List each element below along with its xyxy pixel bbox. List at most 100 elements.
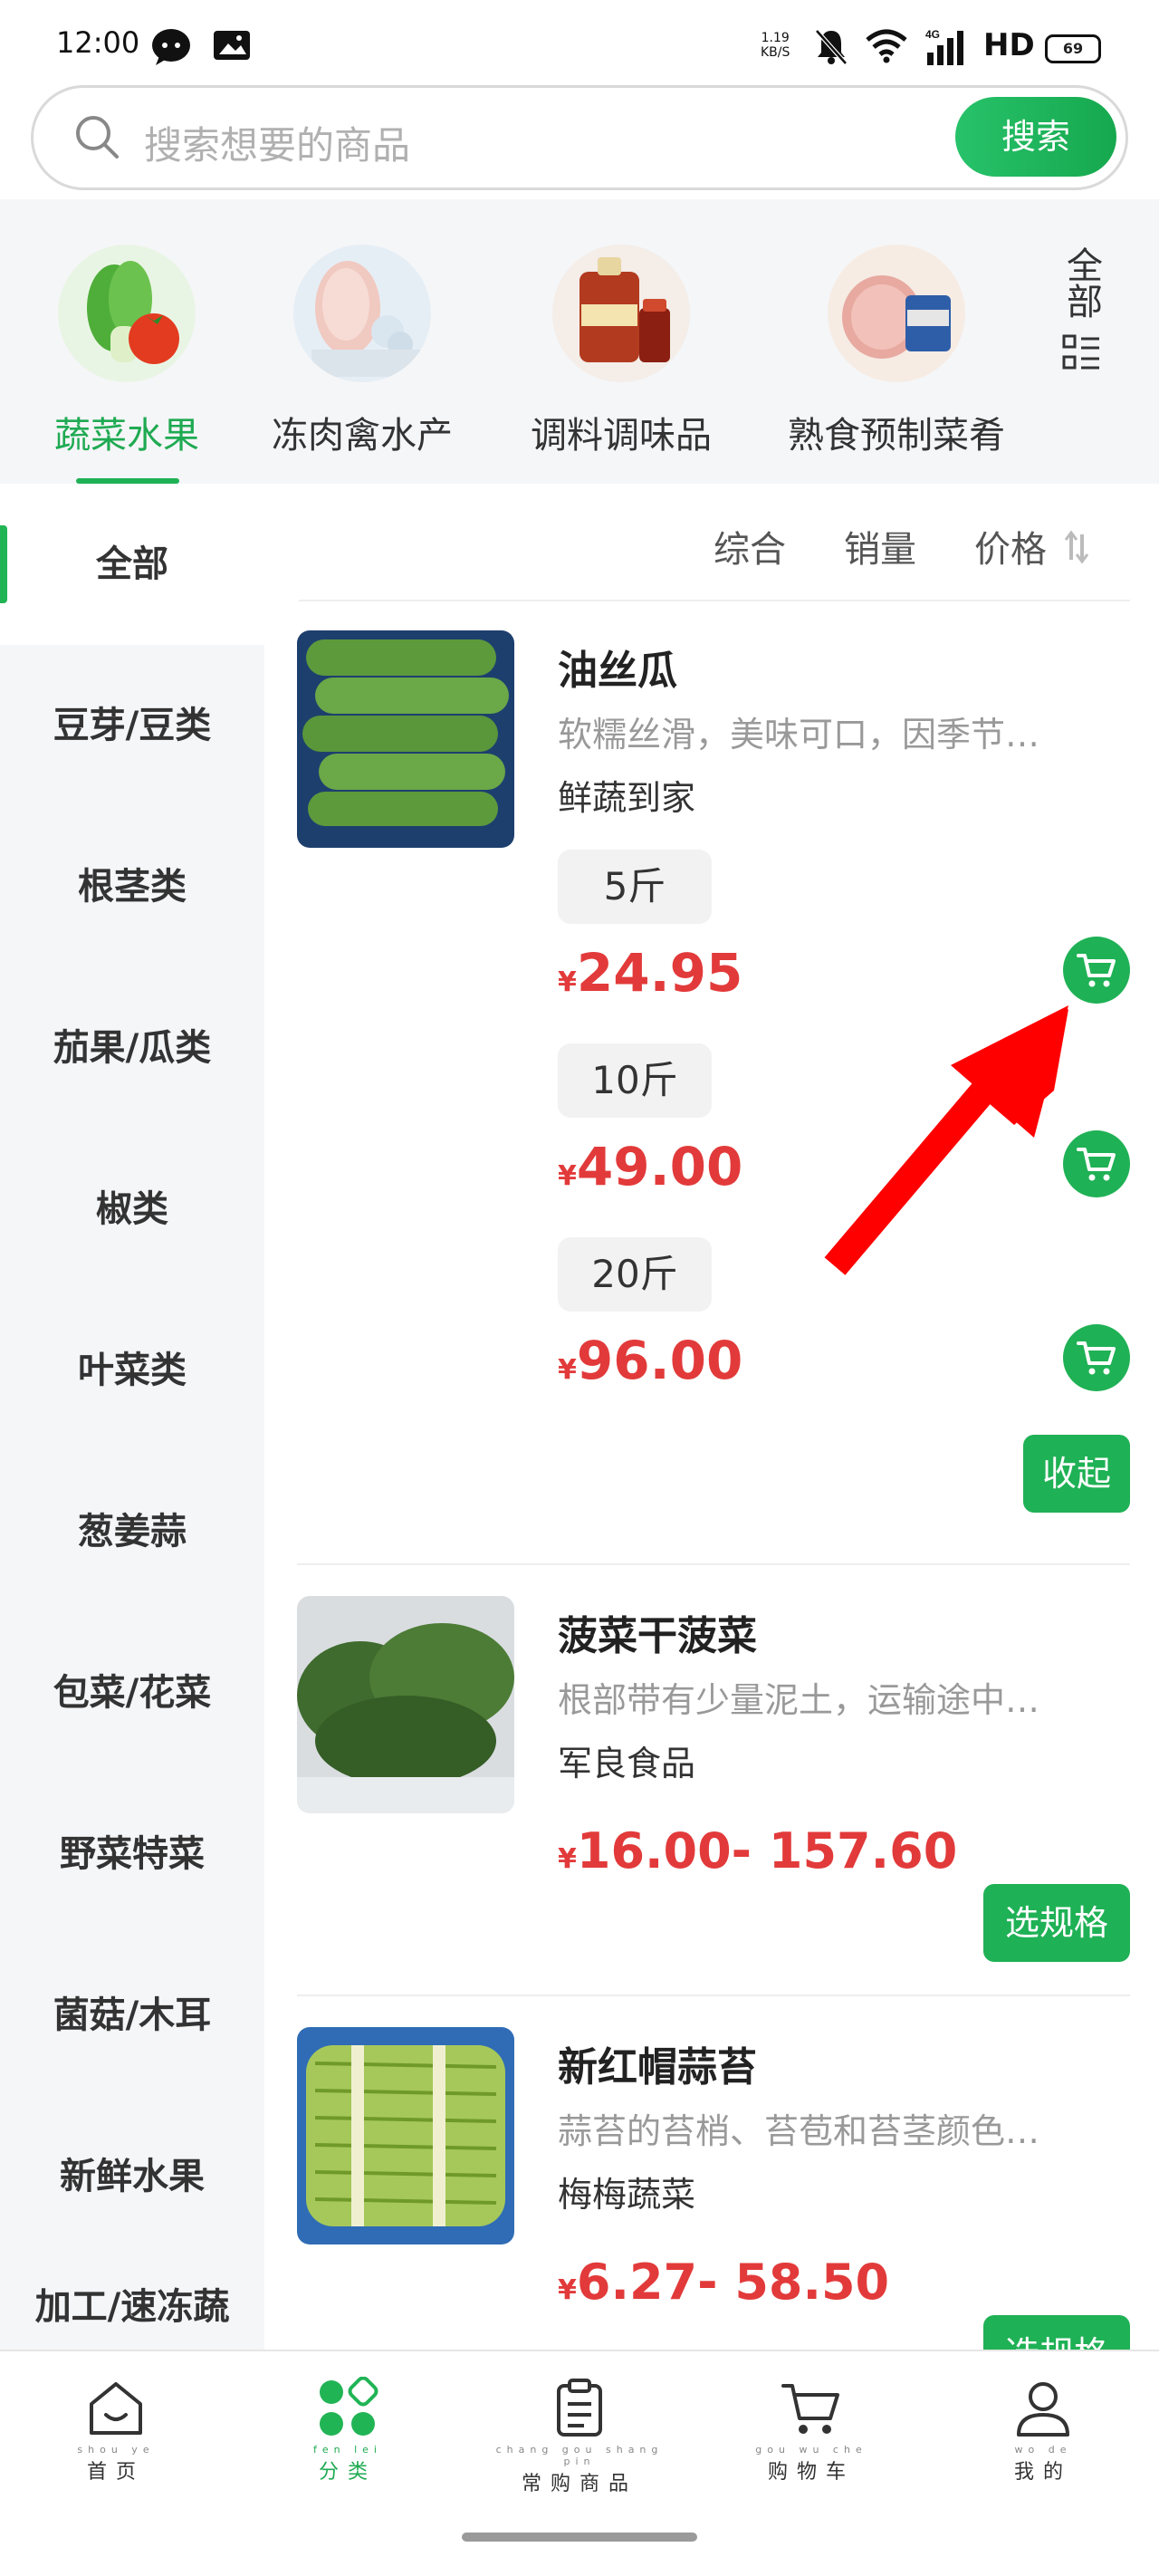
- sidebar-item-label: 豆芽/豆类: [53, 705, 212, 746]
- tab-label: 我的: [1013, 2461, 1072, 2484]
- sidebar-item-label: 全部: [96, 543, 168, 585]
- category-label: 熟食预制菜肴: [788, 415, 1005, 457]
- tab-pinyin: chang gou shang pin: [495, 2444, 664, 2467]
- tab-label: 常购商品: [521, 2473, 637, 2495]
- tab-label: 分类: [318, 2461, 377, 2484]
- sidebar-item-label: 根茎类: [78, 866, 187, 908]
- all-categories-button[interactable]: 全部: [1054, 246, 1108, 391]
- product-shop: 军良食品: [558, 1744, 696, 1783]
- spec-tag[interactable]: 20斤: [558, 1237, 712, 1312]
- price-currency: ¥: [558, 2274, 577, 2306]
- product-price: ¥6.27- 58.50: [558, 2254, 889, 2311]
- sort-price-label: 价格: [974, 529, 1047, 571]
- mute-bell-icon: [813, 27, 849, 69]
- sidebar-item-all[interactable]: 全部: [0, 484, 264, 645]
- sidebar-item-label: 椒类: [96, 1188, 168, 1230]
- category-label: 调料调味品: [531, 415, 712, 457]
- tab-profile[interactable]: wo de 我的: [953, 2377, 1134, 2485]
- home-icon: [90, 2382, 142, 2435]
- tab-category[interactable]: fen lei 分类: [257, 2377, 438, 2485]
- divider: [297, 1563, 1130, 1565]
- frozen-meat-image: [293, 245, 431, 382]
- sidebar-active-indicator: [0, 525, 7, 603]
- select-spec-button[interactable]: 选规格: [983, 1884, 1130, 1962]
- price-value: 24.95: [576, 942, 743, 1004]
- status-time: 12:00: [56, 25, 140, 60]
- sort-arrows-icon: [1064, 529, 1089, 574]
- battery-icon: 69: [1045, 34, 1101, 63]
- status-bar: 12:00 1.19 KB/S 4G HD 69: [0, 0, 1159, 91]
- sidebar-item-label: 包菜/花菜: [53, 1672, 212, 1714]
- deli-image: [828, 245, 965, 382]
- sidebar-item-fruit-veg-melons[interactable]: 茄果/瓜类: [0, 967, 264, 1129]
- sidebar-item-wild-veg[interactable]: 野菜特菜: [0, 1773, 264, 1935]
- sidebar-item-peppers[interactable]: 椒类: [0, 1129, 264, 1290]
- sidebar-item-label: 茄果/瓜类: [53, 1027, 212, 1069]
- collapse-button[interactable]: 收起: [1023, 1435, 1130, 1513]
- sidebar-item-cabbage[interactable]: 包菜/花菜: [0, 1612, 264, 1773]
- add-to-cart-button[interactable]: [1063, 1324, 1130, 1391]
- sidebar-item-processed-frozen[interactable]: 加工/速冻蔬: [0, 2257, 264, 2350]
- category-seasoning[interactable]: 调料调味品: [522, 245, 721, 458]
- tab-pinyin: wo de: [1014, 2444, 1072, 2456]
- product-description: 蒜苔的苔梢、苔苞和苔茎颜色…: [558, 2111, 1040, 2151]
- signal-icon: 4G: [922, 27, 974, 69]
- sort-bar: 综合 销量 价格: [299, 484, 1130, 601]
- product-title: 油丝瓜: [558, 648, 677, 694]
- net-speed-unit: KB/S: [761, 45, 790, 60]
- sidebar-item-roots[interactable]: 根茎类: [0, 806, 264, 967]
- sort-sales[interactable]: 销量: [844, 520, 916, 572]
- product-image[interactable]: [297, 630, 514, 848]
- search-icon: [73, 113, 122, 166]
- category-label: 蔬菜水果: [54, 415, 199, 457]
- price-currency: ¥: [558, 1160, 577, 1192]
- sidebar-item-onion-ginger-garlic[interactable]: 葱姜蒜: [0, 1451, 264, 1612]
- search-input[interactable]: 搜索想要的商品: [144, 115, 410, 170]
- tab-frequent[interactable]: chang gou shang pin 常购商品: [489, 2377, 670, 2496]
- product-title: 菠菜干菠菜: [558, 1613, 757, 1659]
- seasoning-image: [552, 245, 690, 382]
- sidebar-item-fresh-fruit[interactable]: 新鲜水果: [0, 2096, 264, 2257]
- category-label: 冻肉禽水产: [272, 415, 453, 457]
- annotation-arrow-icon: [824, 1005, 1068, 1275]
- sidebar-item-mushrooms[interactable]: 菌菇/木耳: [0, 1935, 264, 2096]
- net-speed: 1.19 KB/S: [761, 31, 790, 60]
- product-title: 新红帽蒜苔: [558, 2044, 757, 2091]
- product-card[interactable]: 菠菜干菠菜 根部带有少量泥土，运输途中… 军良食品 ¥16.00- 157.60…: [297, 1596, 1130, 1976]
- sidebar-item-leafy[interactable]: 叶菜类: [0, 1290, 264, 1451]
- spec-tag[interactable]: 5斤: [558, 850, 712, 924]
- tab-label: 购物车: [767, 2461, 855, 2484]
- vegetables-image: [58, 245, 196, 382]
- sidebar-item-label: 菌菇/木耳: [53, 1994, 212, 2036]
- sidebar-item-label: 新鲜水果: [60, 2156, 205, 2197]
- product-image[interactable]: [297, 2027, 514, 2244]
- chat-bubble-icon: [150, 27, 192, 71]
- category-vegetables-fruits[interactable]: 蔬菜水果: [36, 245, 217, 458]
- sidebar-item-sprouts-beans[interactable]: 豆芽/豆类: [0, 645, 264, 806]
- search-button[interactable]: 搜索: [955, 97, 1116, 177]
- price-value: 16.00- 157.60: [576, 1822, 958, 1879]
- home-indicator[interactable]: [462, 2533, 697, 2542]
- net-speed-value: 1.19: [761, 31, 790, 45]
- select-spec-button[interactable]: 选规格: [983, 2315, 1130, 2350]
- list-icon: [1054, 332, 1108, 391]
- tab-home[interactable]: shou ye 首页: [25, 2377, 206, 2485]
- cart-icon: [781, 2384, 839, 2434]
- sidebar-item-label: 加工/速冻蔬: [34, 2286, 230, 2328]
- cart-icon: [1077, 1341, 1116, 1375]
- spec-price: ¥24.95: [558, 942, 742, 1004]
- product-image[interactable]: [297, 1596, 514, 1813]
- price-currency: ¥: [558, 1843, 577, 1875]
- price-value: 6.27- 58.50: [576, 2254, 890, 2311]
- category-frozen-meat[interactable]: 冻肉禽水产: [263, 245, 462, 458]
- category-strip: 蔬菜水果 冻肉禽水产 调料调味品 熟食预制菜肴 全部: [0, 199, 1159, 484]
- product-card[interactable]: 新红帽蒜苔 蒜苔的苔梢、苔苞和苔茎颜色… 梅梅蔬菜 ¥6.27- 58.50 选…: [297, 2027, 1130, 2350]
- sort-price[interactable]: 价格: [974, 520, 1089, 574]
- search-bar[interactable]: 搜索想要的商品 搜索: [31, 85, 1128, 190]
- tab-pinyin: fen lei: [313, 2444, 382, 2456]
- category-deli[interactable]: 熟食预制菜肴: [779, 245, 1014, 458]
- tab-cart[interactable]: gou wu che 购物车: [721, 2377, 902, 2485]
- product-description: 软糯丝滑，美味可口，因季节…: [558, 715, 1040, 755]
- sort-comprehensive[interactable]: 综合: [714, 520, 786, 572]
- spec-tag[interactable]: 10斤: [558, 1043, 712, 1118]
